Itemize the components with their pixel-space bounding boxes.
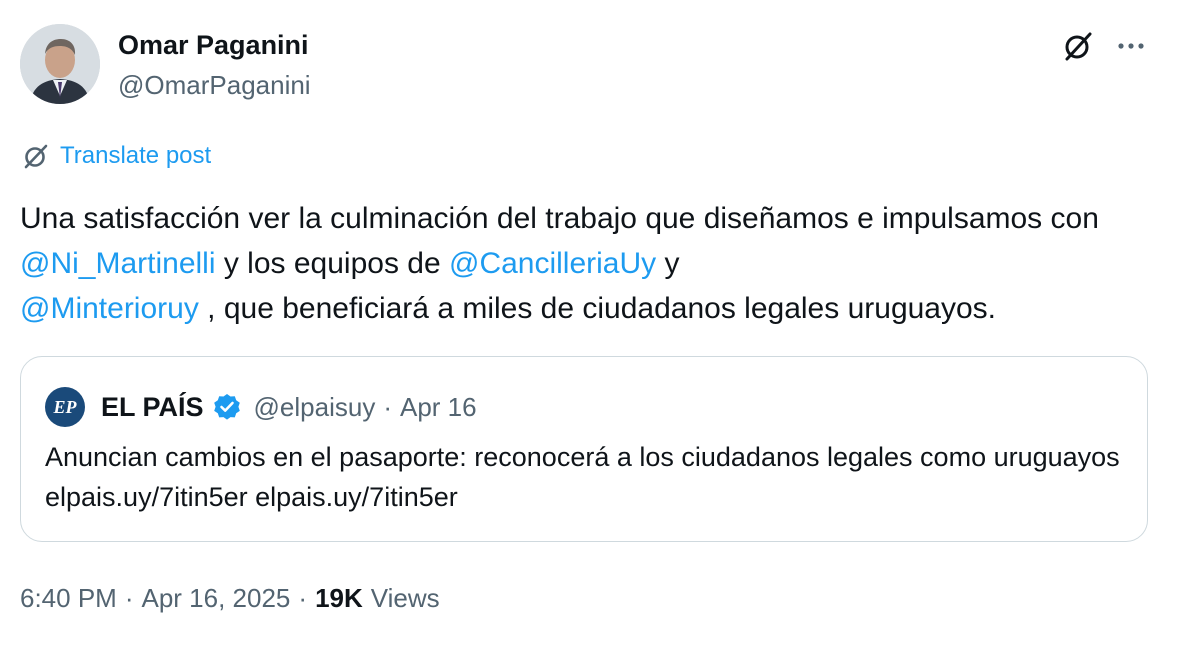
post-text: Una satisfacción ver la culminación del … — [20, 196, 1180, 331]
post-header: Omar Paganini @OmarPaganini — [20, 24, 1180, 108]
post-text-part: y — [656, 247, 680, 280]
quoted-author-handle[interactable]: @elpaisuy — [254, 392, 376, 423]
author-avatar[interactable] — [20, 24, 100, 104]
meta-separator: · — [298, 582, 308, 613]
grok-icon[interactable] — [1060, 28, 1096, 64]
el-pais-logo[interactable]: EP — [45, 387, 85, 427]
mention-cancilleria-uy[interactable]: @CancilleriaUy — [449, 247, 656, 280]
post-meta: 6:40 PM · Apr 16, 2025 · 19K Views — [20, 580, 440, 616]
translate-post-label: Translate post — [60, 142, 212, 169]
post-date[interactable]: Apr 16, 2025 — [142, 583, 291, 614]
mention-ni-martinelli[interactable]: @Ni_Martinelli — [20, 247, 216, 280]
quoted-post-header: EP EL PAÍS @elpaisuy · Apr 16 — [45, 387, 477, 427]
author-handle[interactable]: @OmarPaganini — [118, 70, 311, 101]
post-time[interactable]: 6:40 PM — [20, 583, 117, 614]
quoted-separator: · — [383, 391, 392, 422]
mention-minterioruy[interactable]: @Minterioruy — [20, 292, 199, 325]
verified-badge-icon — [213, 394, 240, 420]
post-text-part: , que beneficiará a miles de ciudadanos … — [198, 292, 997, 325]
quoted-post-card[interactable]: EP EL PAÍS @elpaisuy · Apr 16 Anuncian c… — [20, 356, 1148, 542]
meta-separator: · — [124, 582, 134, 613]
post-text-part: Una satisfacción ver la culminación del … — [20, 202, 1099, 235]
quoted-post-text: Anuncian cambios en el pasaporte: recono… — [45, 442, 1120, 512]
more-icon[interactable] — [1114, 32, 1148, 60]
quoted-post-date[interactable]: Apr 16 — [400, 392, 477, 423]
translate-icon — [24, 144, 48, 169]
views-count[interactable]: 19K — [315, 583, 363, 614]
views-label: Views — [370, 582, 440, 613]
quoted-author-name[interactable]: EL PAÍS — [101, 392, 204, 423]
translate-post-link[interactable]: Translate post — [20, 140, 211, 172]
avatar-photo — [20, 24, 100, 104]
post-text-part: y los equipos de — [215, 247, 449, 280]
author-name[interactable]: Omar Paganini — [118, 30, 309, 61]
